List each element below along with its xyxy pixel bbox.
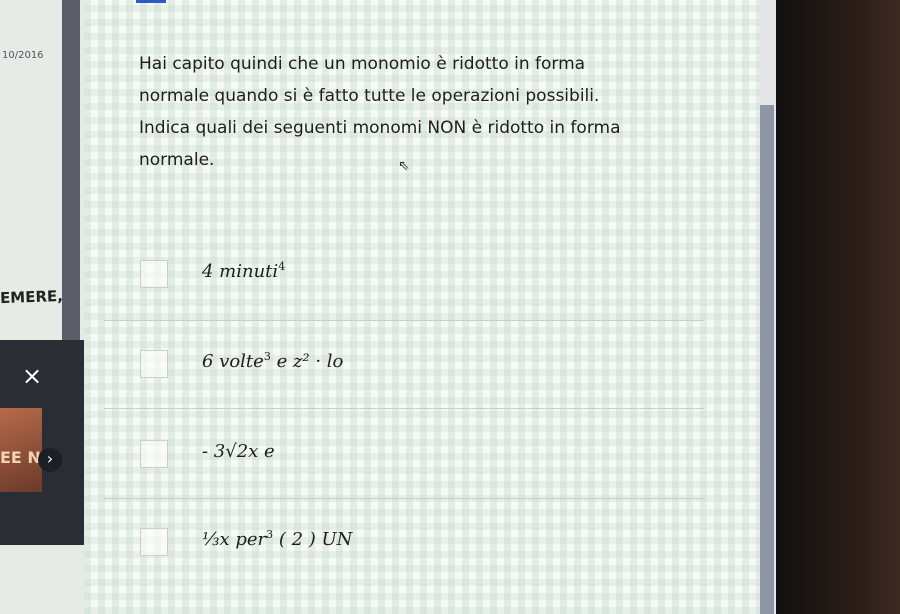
question-text: Hai capito quindi che un monomio è ridot… bbox=[139, 54, 621, 170]
option-divider bbox=[104, 320, 704, 321]
next-arrow-icon[interactable]: › bbox=[38, 448, 62, 472]
active-tab-indicator bbox=[136, 0, 166, 3]
option-3-checkbox[interactable] bbox=[140, 440, 168, 468]
option-1-label: 4 minuti4 bbox=[202, 260, 286, 282]
option-3-label: - 3√2x e bbox=[202, 441, 275, 462]
option-4-label: ⅓x per3 ( 2 ) UN bbox=[202, 528, 353, 550]
option-4-checkbox[interactable] bbox=[140, 528, 168, 556]
side-divider bbox=[62, 0, 80, 340]
option-3[interactable]: - 3√2x e bbox=[140, 434, 700, 474]
option-1[interactable]: 4 minuti4 bbox=[140, 254, 700, 294]
option-divider bbox=[104, 498, 704, 499]
monitor-bezel bbox=[776, 0, 900, 614]
option-1-checkbox[interactable] bbox=[140, 260, 168, 288]
mouse-cursor-icon: ⇖ bbox=[398, 158, 410, 174]
scrollbar-thumb[interactable] bbox=[760, 105, 774, 614]
close-icon[interactable]: × bbox=[22, 362, 42, 390]
option-4[interactable]: ⅓x per3 ( 2 ) UN bbox=[140, 522, 700, 562]
option-2[interactable]: 6 volte3 e z² · lo bbox=[140, 344, 700, 384]
handwritten-note: EMERE, bbox=[0, 286, 64, 308]
date-label: 10/2016 bbox=[2, 50, 44, 61]
quiz-area: Hai capito quindi che un monomio è ridot… bbox=[84, 0, 760, 614]
option-2-label: 6 volte3 e z² · lo bbox=[202, 350, 344, 372]
side-panel: × EE NE › bbox=[0, 340, 84, 545]
option-divider bbox=[104, 408, 704, 409]
option-2-checkbox[interactable] bbox=[140, 350, 168, 378]
